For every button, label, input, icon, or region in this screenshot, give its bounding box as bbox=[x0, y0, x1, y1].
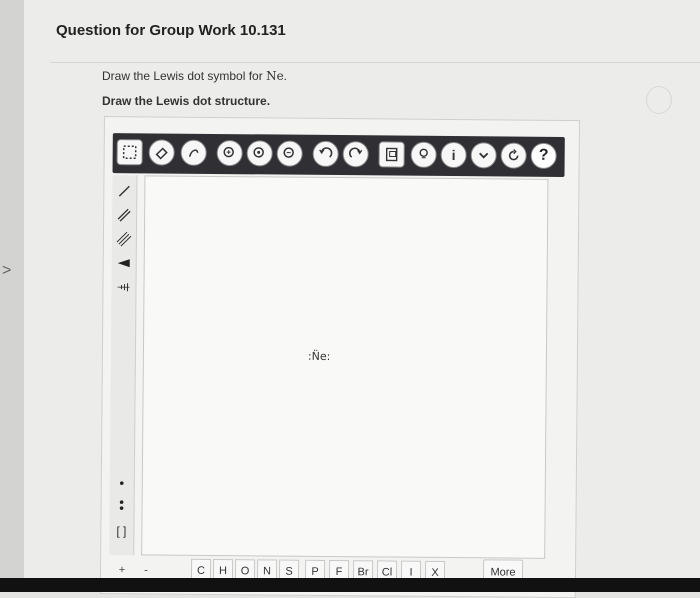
instruction-suffix: . bbox=[284, 69, 287, 83]
chevron-down-icon[interactable] bbox=[471, 142, 497, 168]
bulb-icon[interactable] bbox=[411, 142, 437, 168]
lone-pair-icon[interactable] bbox=[112, 495, 132, 515]
chevron-right-icon[interactable]: > bbox=[2, 262, 11, 280]
info-icon[interactable]: i bbox=[441, 142, 467, 168]
faint-circle-decoration bbox=[646, 86, 672, 114]
structure-editor: i ? [ ] :N̈e: bbox=[100, 116, 580, 598]
help-icon[interactable]: ? bbox=[531, 143, 557, 169]
wedge-bond-icon[interactable] bbox=[114, 253, 134, 273]
paste-template-icon[interactable] bbox=[379, 141, 405, 167]
instruction-element: Ne bbox=[266, 69, 284, 83]
question-title: Question for Group Work 10.131 bbox=[56, 22, 286, 39]
zoom-fit-icon[interactable] bbox=[247, 140, 273, 166]
lasso-icon[interactable] bbox=[181, 140, 207, 166]
undo-icon[interactable] bbox=[313, 141, 339, 167]
instruction-line-1: Draw the Lewis dot symbol for Ne. bbox=[102, 69, 287, 83]
refresh-icon[interactable] bbox=[501, 142, 527, 168]
single-bond-icon[interactable] bbox=[114, 181, 134, 201]
header-divider bbox=[50, 62, 700, 63]
redo-icon[interactable] bbox=[343, 141, 369, 167]
bracket-tool[interactable]: [ ] bbox=[111, 521, 131, 541]
editor-toolbar: i ? bbox=[113, 133, 565, 177]
eraser-icon[interactable] bbox=[149, 139, 175, 165]
hash-bond-icon[interactable] bbox=[113, 277, 133, 297]
instruction-line-2: Draw the Lewis dot structure. bbox=[102, 94, 270, 108]
zoom-in-icon[interactable] bbox=[217, 140, 243, 166]
select-tool-icon[interactable] bbox=[117, 139, 143, 165]
instruction-prefix: Draw the Lewis dot symbol for bbox=[102, 69, 266, 83]
drawing-canvas[interactable]: :N̈e: bbox=[141, 175, 548, 559]
triple-bond-icon[interactable] bbox=[114, 229, 134, 249]
double-bond-icon[interactable] bbox=[114, 205, 134, 225]
bond-tool-panel: [ ] bbox=[109, 175, 137, 555]
screen-bottom-edge bbox=[0, 578, 700, 592]
left-side-strip bbox=[0, 0, 24, 592]
ne-lewis-symbol[interactable]: :N̈e: bbox=[308, 350, 331, 363]
single-electron-icon[interactable] bbox=[112, 473, 132, 493]
zoom-out-icon[interactable] bbox=[277, 141, 303, 167]
